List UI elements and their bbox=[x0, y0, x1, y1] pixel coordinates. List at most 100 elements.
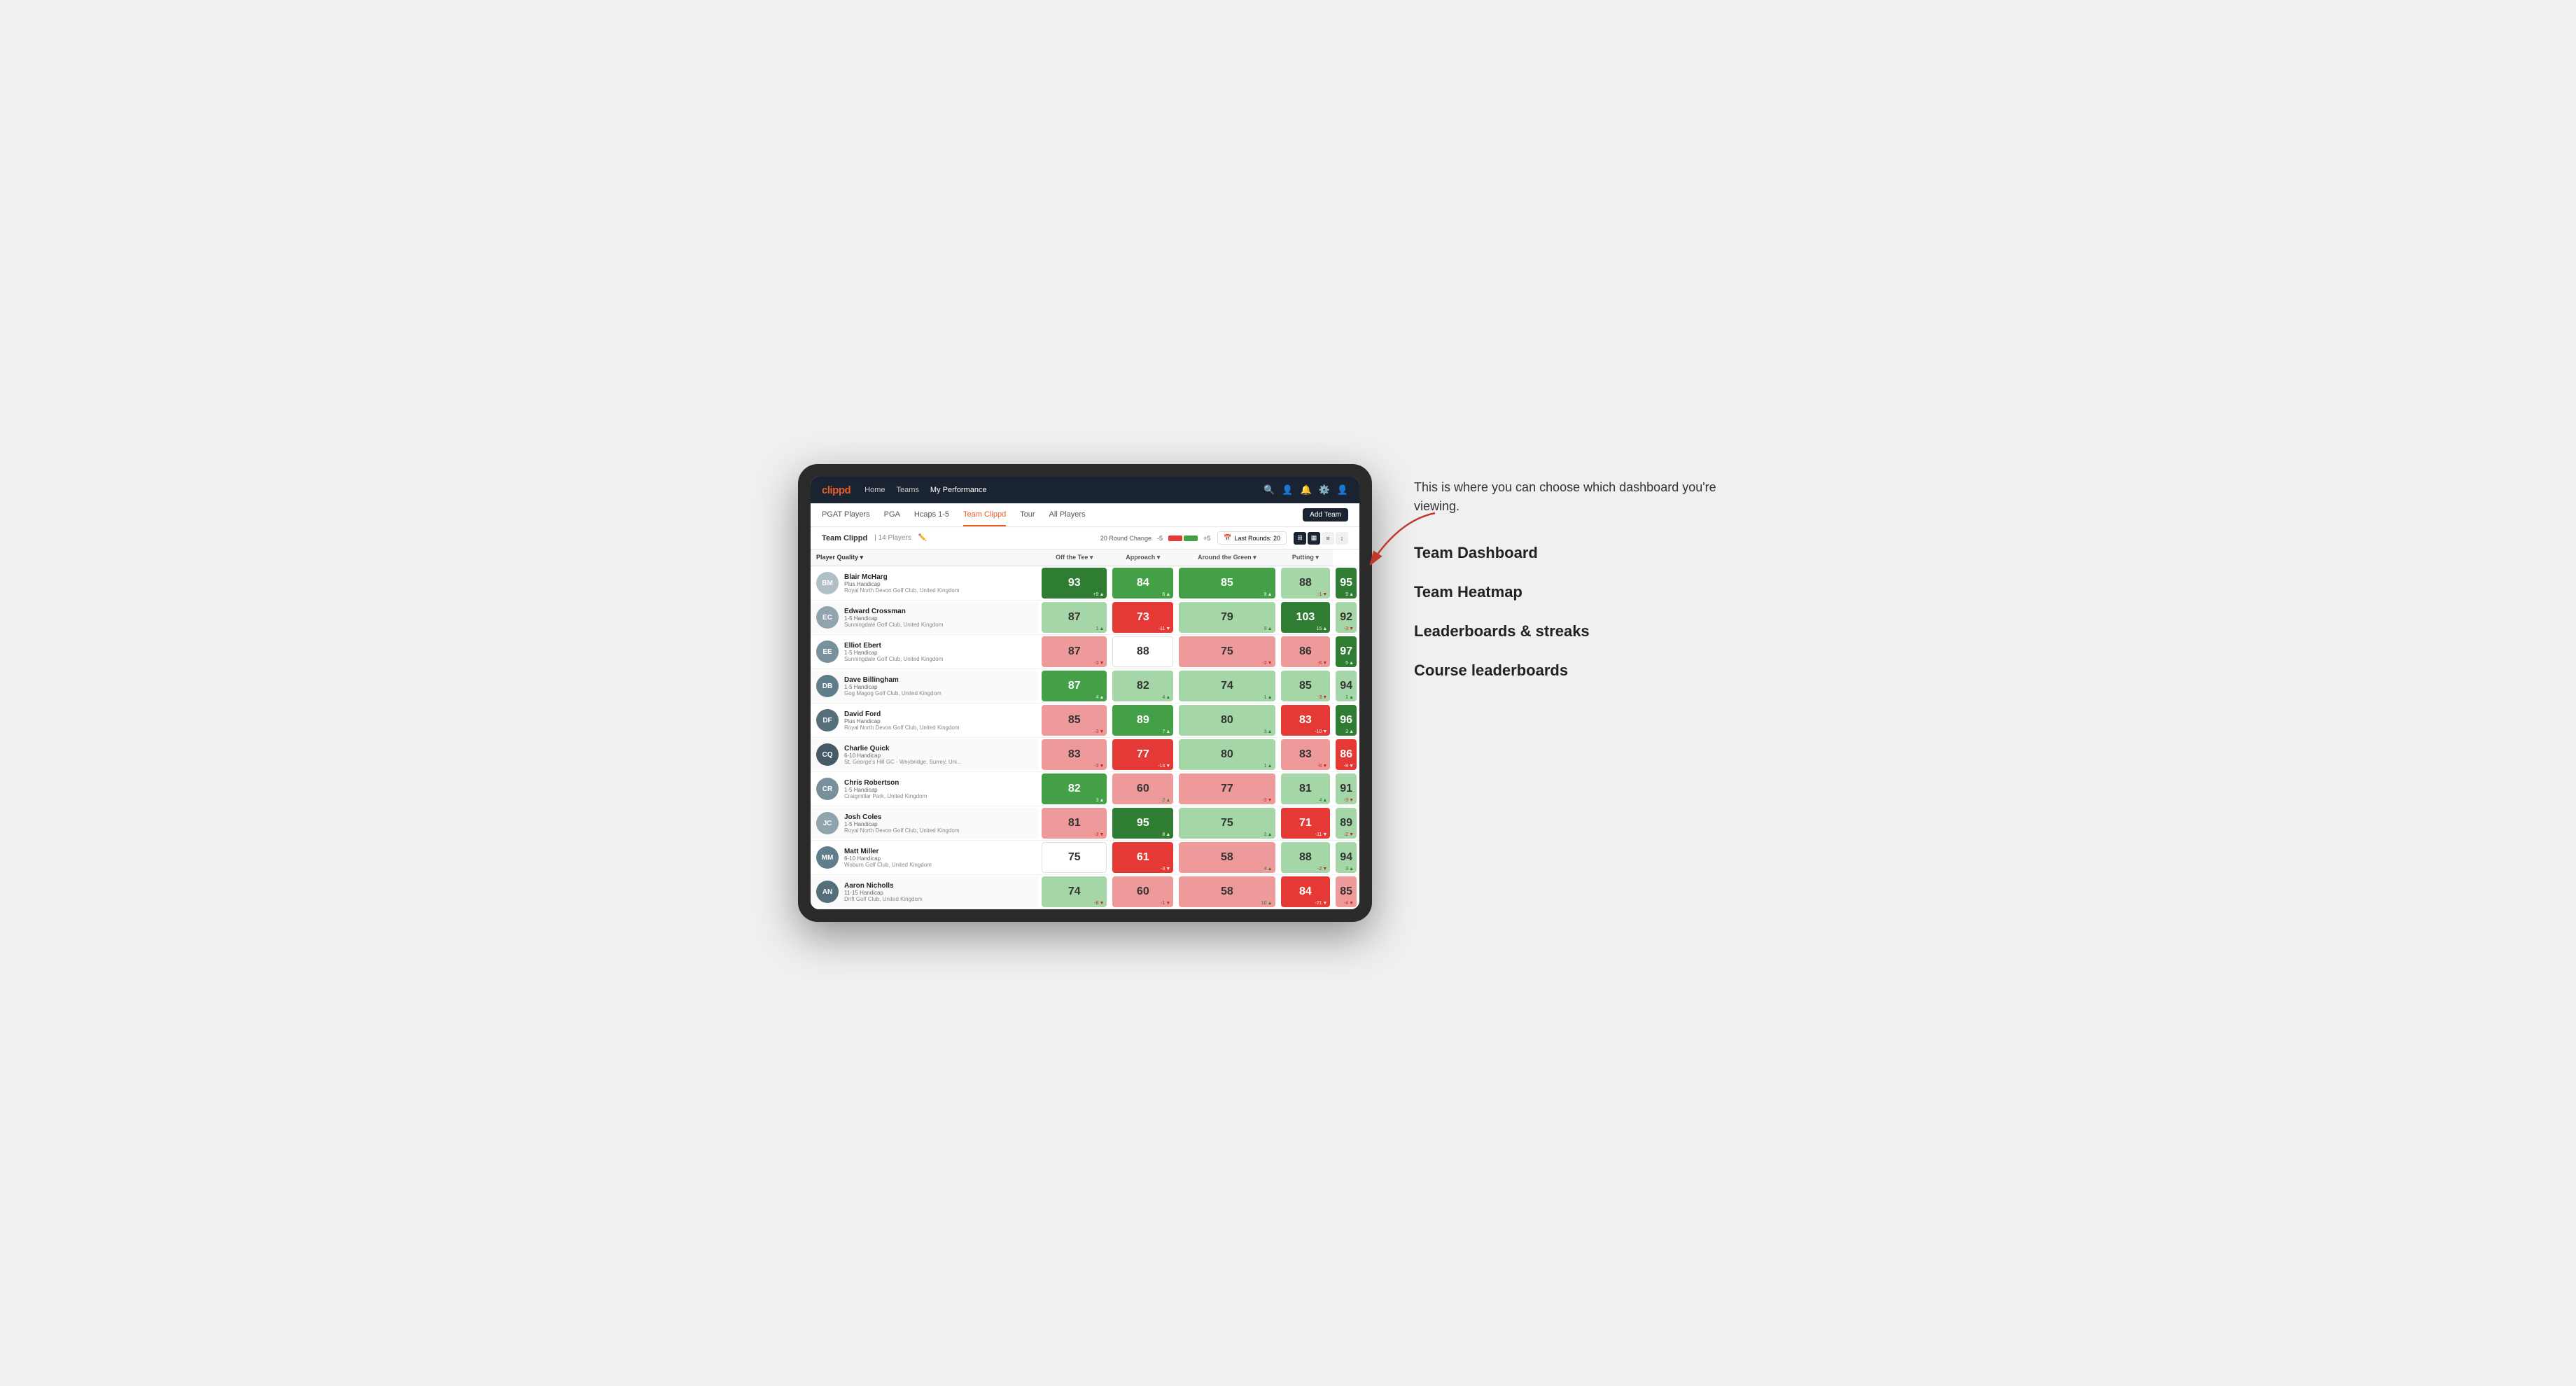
player-club: Sunningdale Golf Club, United Kingdom bbox=[844, 622, 1033, 628]
metric-box: 60 2▲ bbox=[1112, 774, 1173, 804]
player-cell: CQ Charlie Quick 6-10 Handicap St. Georg… bbox=[811, 739, 1039, 770]
sub-nav: PGAT Players PGA Hcaps 1-5 Team Clippd T… bbox=[811, 503, 1359, 527]
top-nav: clippd Home Teams My Performance 🔍 👤 🔔 ⚙… bbox=[811, 477, 1359, 503]
metric-cell: 85 -3▼ bbox=[1278, 669, 1334, 704]
metric-box: 83 -3▼ bbox=[1042, 739, 1107, 770]
metric-value: 82 bbox=[1068, 783, 1081, 795]
metric-change: 3▲ bbox=[1345, 729, 1354, 734]
metric-change: 2▲ bbox=[1162, 798, 1170, 803]
metric-change: -8▼ bbox=[1344, 764, 1354, 769]
metric-change: 4▲ bbox=[1096, 695, 1105, 700]
table-row[interactable]: MM Matt Miller 6-10 Handicap Woburn Golf… bbox=[811, 841, 1359, 875]
player-info: Blair McHarg Plus Handicap Royal North D… bbox=[844, 573, 1033, 594]
metric-cell: 74 -8▼ bbox=[1039, 875, 1110, 909]
metric-cell: 87 -3▼ bbox=[1039, 635, 1110, 669]
col-header-around-green[interactable]: Around the Green ▾ bbox=[1176, 550, 1278, 566]
metric-change: 1▲ bbox=[1345, 695, 1354, 700]
table-row[interactable]: EE Elliot Ebert 1-5 Handicap Sunningdale… bbox=[811, 635, 1359, 669]
metric-box: 86 -6▼ bbox=[1281, 636, 1331, 667]
player-cell: DF David Ford Plus Handicap Royal North … bbox=[811, 705, 1039, 736]
table-row[interactable]: DB Dave Billingham 1-5 Handicap Gog Mago… bbox=[811, 669, 1359, 704]
col-header-putting[interactable]: Putting ▾ bbox=[1278, 550, 1334, 566]
metric-box: 75 2▲ bbox=[1179, 808, 1275, 839]
metric-cell: 96 3▲ bbox=[1333, 704, 1359, 738]
list-view-button[interactable]: ≡ bbox=[1322, 532, 1334, 545]
player-cell: JC Josh Coles 1-5 Handicap Royal North D… bbox=[811, 808, 1039, 839]
metric-value: 60 bbox=[1137, 783, 1149, 795]
player-cell: AN Aaron Nicholls 11-15 Handicap Drift G… bbox=[811, 876, 1039, 907]
tablet-frame: clippd Home Teams My Performance 🔍 👤 🔔 ⚙… bbox=[798, 464, 1372, 922]
sort-button[interactable]: ↕ bbox=[1336, 532, 1348, 545]
table-row[interactable]: CQ Charlie Quick 6-10 Handicap St. Georg… bbox=[811, 738, 1359, 772]
sub-nav-pgat[interactable]: PGAT Players bbox=[822, 503, 870, 526]
col-header-player[interactable]: Player Quality ▾ bbox=[811, 550, 1039, 566]
metric-change: -2▼ bbox=[1344, 832, 1354, 837]
bell-icon[interactable]: 🔔 bbox=[1300, 484, 1311, 496]
player-avatar: DB bbox=[816, 675, 839, 697]
metric-cell: 58 10▲ bbox=[1176, 875, 1278, 909]
nav-teams[interactable]: Teams bbox=[897, 486, 919, 494]
metric-value: 58 bbox=[1221, 851, 1233, 864]
table-row[interactable]: BM Blair McHarg Plus Handicap Royal Nort… bbox=[811, 566, 1359, 601]
metric-box: 73 -11▼ bbox=[1112, 602, 1173, 633]
player-cell: CR Chris Robertson 1-5 Handicap Craigmil… bbox=[811, 774, 1039, 804]
player-club: Gog Magog Golf Club, United Kingdom bbox=[844, 690, 1033, 696]
user-icon[interactable]: 👤 bbox=[1282, 484, 1293, 496]
metric-box: 94 1▲ bbox=[1336, 671, 1357, 701]
round-change: 20 Round Change -5 +5 bbox=[1100, 535, 1210, 542]
table-row[interactable]: CR Chris Robertson 1-5 Handicap Craigmil… bbox=[811, 772, 1359, 806]
table-row[interactable]: EC Edward Crossman 1-5 Handicap Sunningd… bbox=[811, 601, 1359, 635]
search-icon[interactable]: 🔍 bbox=[1264, 484, 1275, 496]
player-avatar: EE bbox=[816, 640, 839, 663]
sub-nav-team-clippd[interactable]: Team Clippd bbox=[963, 503, 1006, 526]
sub-nav-hcaps[interactable]: Hcaps 1-5 bbox=[914, 503, 949, 526]
metric-cell: 93 +9▲ bbox=[1039, 566, 1110, 601]
heat-red bbox=[1168, 536, 1182, 541]
grid-view-button[interactable]: ⊞ bbox=[1294, 532, 1306, 545]
metric-cell: 85 -4▼ bbox=[1333, 875, 1359, 909]
metric-change: 3▲ bbox=[1096, 798, 1105, 803]
player-name: Matt Miller bbox=[844, 848, 1033, 855]
player-name: Josh Coles bbox=[844, 813, 1033, 821]
heatmap-view-button[interactable]: ▦ bbox=[1308, 532, 1320, 545]
table-row[interactable]: AN Aaron Nicholls 11-15 Handicap Drift G… bbox=[811, 875, 1359, 909]
data-table: Player Quality ▾ Off the Tee ▾ Approach … bbox=[811, 550, 1359, 909]
player-info: Dave Billingham 1-5 Handicap Gog Magog G… bbox=[844, 676, 1033, 696]
avatar-icon[interactable]: 👤 bbox=[1337, 484, 1348, 496]
nav-my-performance[interactable]: My Performance bbox=[930, 486, 987, 494]
player-info: Chris Robertson 1-5 Handicap Craigmillar… bbox=[844, 779, 1033, 799]
metric-box: 61 -3▼ bbox=[1112, 842, 1173, 873]
metric-value: 77 bbox=[1221, 783, 1233, 795]
metric-value: 85 bbox=[1340, 886, 1352, 898]
metric-change: -3▼ bbox=[1094, 661, 1104, 666]
metric-value: 89 bbox=[1137, 714, 1149, 727]
metric-cell: 80 3▲ bbox=[1176, 704, 1278, 738]
player-avatar: DF bbox=[816, 709, 839, 732]
settings-icon[interactable]: ⚙️ bbox=[1319, 484, 1330, 496]
metric-change: -11▼ bbox=[1158, 626, 1171, 631]
metric-cell: 77 -3▼ bbox=[1176, 772, 1278, 806]
table-row[interactable]: DF David Ford Plus Handicap Royal North … bbox=[811, 704, 1359, 738]
sub-nav-tour[interactable]: Tour bbox=[1020, 503, 1035, 526]
player-avatar: EC bbox=[816, 606, 839, 629]
col-header-approach[interactable]: Approach ▾ bbox=[1110, 550, 1176, 566]
metric-change: 1▲ bbox=[1264, 764, 1273, 769]
metric-cell: 60 -1▼ bbox=[1110, 875, 1176, 909]
sub-nav-all-players[interactable]: All Players bbox=[1049, 503, 1086, 526]
sub-nav-pga[interactable]: PGA bbox=[884, 503, 900, 526]
player-avatar: CQ bbox=[816, 743, 839, 766]
nav-home[interactable]: Home bbox=[864, 486, 885, 494]
metric-box: 87 1▲ bbox=[1042, 602, 1107, 633]
table-row[interactable]: JC Josh Coles 1-5 Handicap Royal North D… bbox=[811, 806, 1359, 841]
metric-change: 5▲ bbox=[1345, 661, 1354, 666]
col-header-off-tee[interactable]: Off the Tee ▾ bbox=[1039, 550, 1110, 566]
player-cell: DB Dave Billingham 1-5 Handicap Gog Mago… bbox=[811, 671, 1039, 701]
metric-box: 74 1▲ bbox=[1179, 671, 1275, 701]
metric-change: -4▼ bbox=[1344, 901, 1354, 906]
edit-icon[interactable]: ✏️ bbox=[918, 534, 927, 542]
last-rounds-button[interactable]: 📅 Last Rounds: 20 bbox=[1217, 531, 1287, 545]
metric-box: 71 -11▼ bbox=[1281, 808, 1331, 839]
metric-cell: 74 1▲ bbox=[1176, 669, 1278, 704]
add-team-button[interactable]: Add Team bbox=[1303, 508, 1348, 522]
player-name: Dave Billingham bbox=[844, 676, 1033, 684]
